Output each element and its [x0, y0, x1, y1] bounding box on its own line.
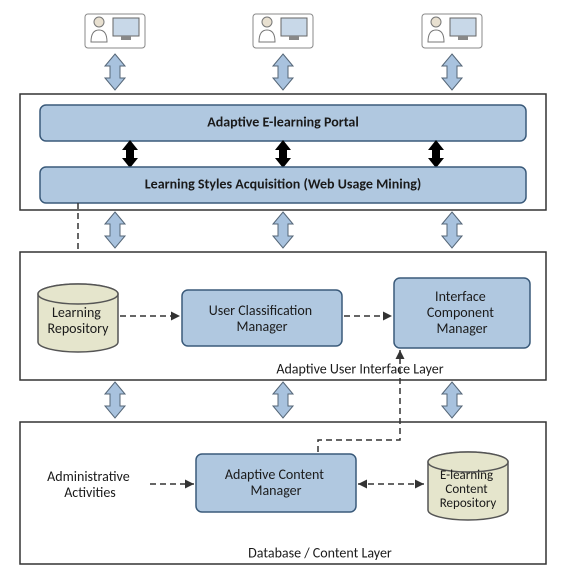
elearning-repo-label: E-learning Content Repository	[440, 468, 497, 511]
user-icon	[85, 14, 145, 48]
user-icon	[253, 14, 313, 48]
learning-styles-label: Learning Styles Acquisition (Web Usage M…	[145, 175, 421, 192]
ui-layer-caption: Adaptive User Interface Layer	[276, 360, 443, 377]
connector-arrow	[442, 212, 462, 248]
connector-arrow	[105, 54, 125, 90]
connector-arrow	[273, 54, 293, 90]
connector-arrow	[442, 54, 462, 90]
connector-arrow	[442, 382, 462, 418]
connector-arrow	[273, 212, 293, 248]
adaptive-portal-label: Adaptive E-learning Portal	[207, 113, 359, 130]
user-icon	[422, 14, 482, 48]
content-layer-caption: Database / Content Layer	[248, 544, 392, 561]
interface-component-label: Interface Component Manager	[427, 288, 497, 337]
connector-arrow	[273, 382, 293, 418]
connector-arrow	[105, 382, 125, 418]
connector-arrow	[105, 212, 125, 248]
learning-repository-label: Learning Repository	[48, 304, 110, 337]
